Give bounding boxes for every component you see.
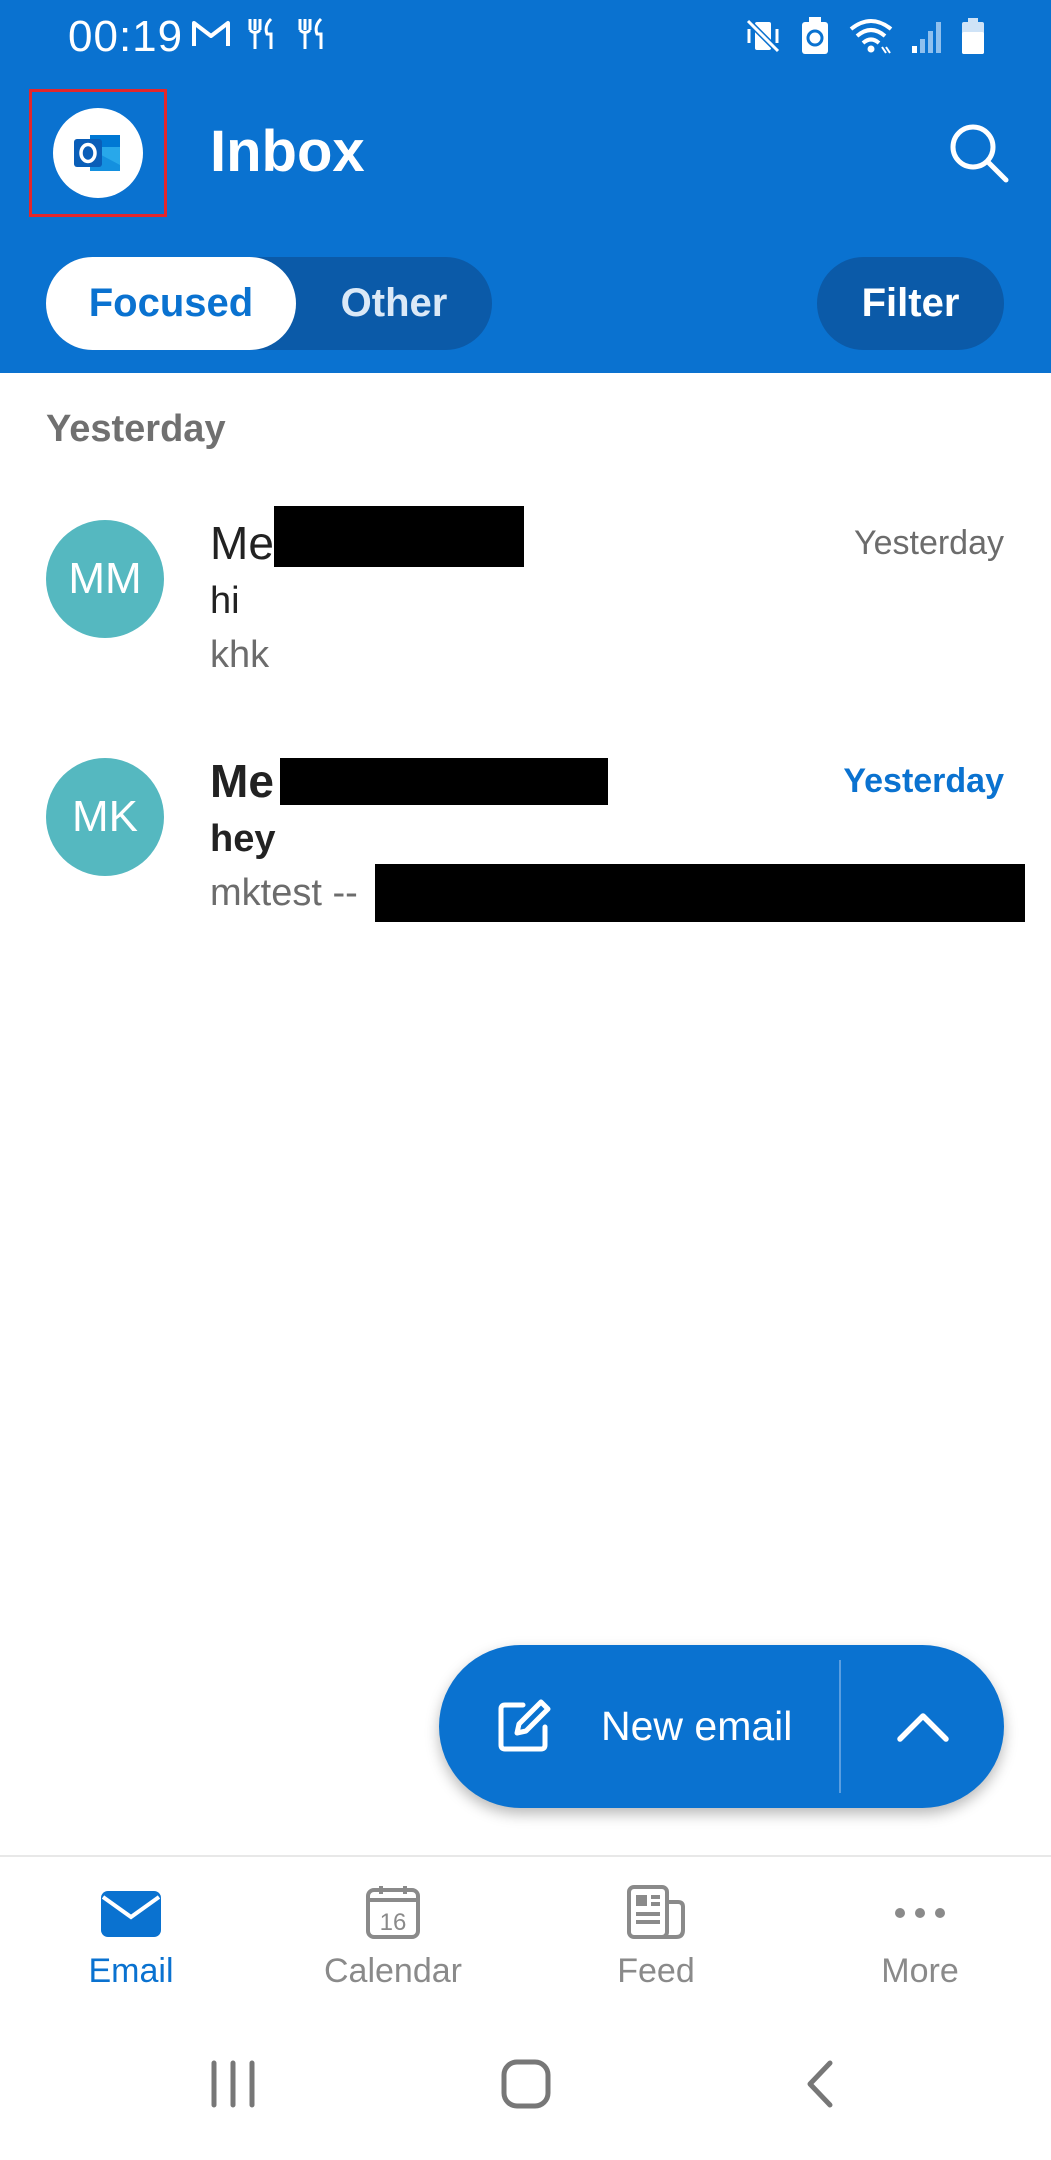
new-email-label: New email [601, 1703, 793, 1749]
email-sender: Me [210, 755, 274, 807]
restaurant-icon [248, 17, 273, 49]
tab-focused[interactable]: Focused [46, 257, 296, 350]
status-time: 00:19 [68, 12, 184, 61]
chevron-up-icon [896, 1712, 949, 1742]
tab-other[interactable]: Other [296, 257, 492, 350]
bottom-navigation: Email 16 Calendar Feed More [0, 1855, 1051, 2015]
more-icon [895, 1908, 945, 1918]
email-subject: hi [210, 580, 240, 622]
restaurant-icon [298, 17, 323, 49]
redaction-block [280, 758, 608, 805]
back-icon[interactable] [800, 2059, 840, 2109]
nav-label: Feed [617, 1952, 695, 1990]
compose-icon [498, 1699, 551, 1751]
redaction-block [274, 506, 524, 567]
email-sender: Me [210, 517, 274, 569]
wifi-icon [849, 19, 893, 54]
nav-item-email[interactable]: Email [31, 1857, 231, 2017]
status-left-icons [191, 16, 331, 52]
nav-label: Calendar [324, 1952, 462, 1990]
nav-item-more[interactable]: More [820, 1857, 1020, 2017]
home-icon[interactable] [500, 2059, 552, 2109]
redaction-block [375, 864, 1025, 922]
email-list-item[interactable]: MK Me Yesterday hey mktest -- [0, 738, 1051, 958]
account-switcher-button[interactable] [29, 89, 167, 217]
recent-apps-icon[interactable] [208, 2059, 258, 2109]
inbox-tabs: Focused Other [46, 257, 492, 350]
signal-icon [912, 22, 941, 53]
expand-compose-options-button[interactable] [841, 1645, 1004, 1808]
nav-label: Email [88, 1952, 174, 1990]
app-header: 00:19 Inbox Focused Other Filter [0, 0, 1051, 373]
email-subject: hey [210, 818, 276, 860]
status-right-icons [744, 16, 986, 56]
date-section-header: Yesterday [46, 408, 226, 450]
status-bar: 00:19 [0, 0, 1051, 72]
calendar-date: 16 [380, 1909, 407, 1936]
mute-vibrate-icon [745, 18, 781, 54]
email-preview: mktest -- [210, 872, 358, 914]
battery-icon [962, 18, 984, 54]
page-title: Inbox [210, 119, 365, 184]
avatar: MK [46, 758, 164, 876]
email-time: Yesterday [843, 762, 1004, 800]
new-email-fab: New email [439, 1645, 1004, 1808]
feed-icon [627, 1885, 685, 1939]
battery-saver-icon [802, 17, 828, 54]
filter-button[interactable]: Filter [817, 257, 1004, 350]
mail-icon [101, 1891, 161, 1937]
new-email-button[interactable]: New email [439, 1645, 839, 1808]
nav-item-calendar[interactable]: 16 Calendar [293, 1857, 493, 2017]
search-button[interactable] [944, 118, 1014, 188]
outlook-icon [53, 108, 143, 198]
email-preview: khk [210, 634, 270, 676]
search-icon [950, 124, 1009, 183]
nav-item-feed[interactable]: Feed [556, 1857, 756, 2017]
calendar-icon: 16 [366, 1886, 420, 1939]
avatar: MM [46, 520, 164, 638]
email-time: Yesterday [854, 524, 1004, 562]
system-navigation-bar [0, 2015, 1051, 2160]
gmail-icon [192, 21, 230, 46]
email-list-item[interactable]: MM Me Yesterday hi khk [0, 500, 1051, 720]
nav-label: More [881, 1952, 959, 1990]
